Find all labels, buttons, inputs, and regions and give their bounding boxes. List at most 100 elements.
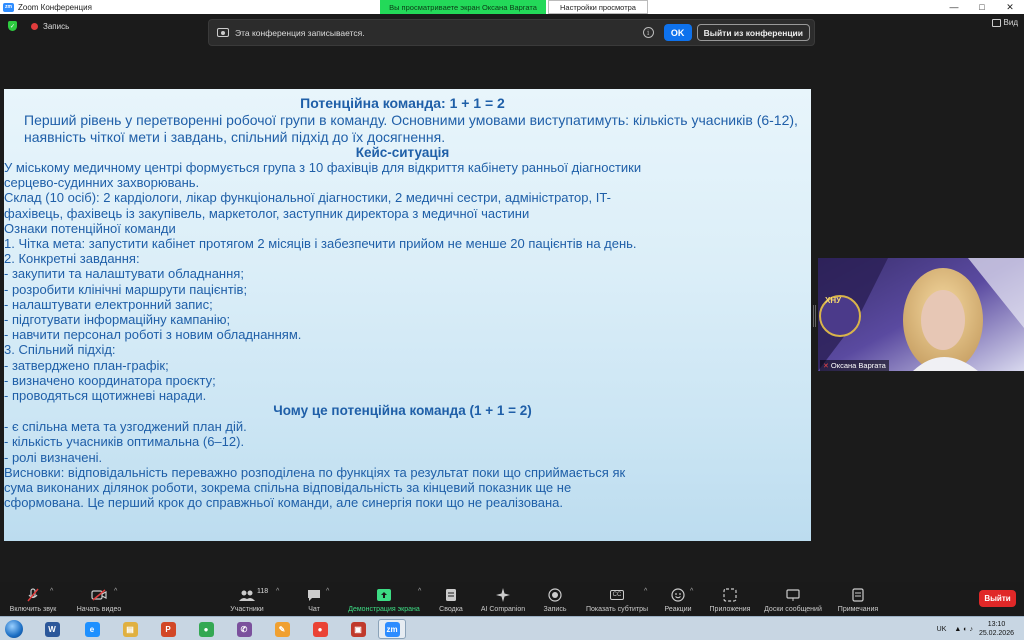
- zoom-window: zm Zoom Конференция Вы просматриваете эк…: [0, 0, 1024, 640]
- participant-name: Оксана Варгата: [830, 361, 886, 370]
- view-label: Вид: [1003, 18, 1018, 27]
- taskbar-word-button[interactable]: W: [38, 619, 66, 639]
- taskbar-chrome-2-button[interactable]: ●: [306, 619, 334, 639]
- why-line: сформована. Це перший крок до справжньої…: [4, 495, 563, 511]
- ai-companion-label: AI Companion: [480, 606, 526, 613]
- unmute-button[interactable]: Включить звук: [4, 582, 62, 616]
- share-chevron-icon[interactable]: ^: [418, 588, 421, 595]
- clock[interactable]: 13:10 25.02.2026: [979, 620, 1014, 638]
- meeting-toolbar: Включить звук ^ Начать видео ^ Участники…: [0, 582, 1024, 616]
- reaction-icon: [670, 588, 686, 602]
- window-controls: — □ ✕: [940, 0, 1024, 14]
- why-line: - ролі визначені.: [4, 449, 103, 465]
- clock-time: 13:10: [987, 621, 1006, 628]
- viewer-icon: ▣: [350, 621, 366, 637]
- ok-button[interactable]: OK: [663, 24, 692, 41]
- case-line: - налаштувати електронний запис;: [4, 296, 213, 312]
- security-shield-icon[interactable]: ✓: [8, 21, 17, 31]
- chat-chevron-icon[interactable]: ^: [326, 588, 329, 595]
- case-line: - визначено координатора проєкту;: [4, 372, 216, 388]
- taskbar-explorer-button[interactable]: ▤: [116, 619, 144, 639]
- view-options-button[interactable]: Настройки просмотра: [548, 0, 648, 14]
- whiteboard-icon: [785, 588, 801, 602]
- chat-label: Чат: [308, 606, 320, 613]
- taskbar-viber-button[interactable]: ✆: [230, 619, 258, 639]
- participants-chevron-icon[interactable]: ^: [276, 588, 279, 595]
- share-screen-icon: [376, 588, 392, 602]
- view-button[interactable]: Вид: [991, 18, 1018, 27]
- start-video-button[interactable]: Начать видео: [72, 582, 126, 616]
- apps-label: Приложения: [709, 606, 751, 613]
- start-button-icon[interactable]: [5, 620, 23, 638]
- clock-date: 25.02.2026: [978, 630, 1014, 637]
- video-frame-icon: [818, 258, 1024, 371]
- share-screen-label: Демонстрация экрана: [348, 606, 420, 613]
- close-button[interactable]: ✕: [996, 0, 1024, 14]
- taskbar-ie-button[interactable]: e: [78, 619, 106, 639]
- camera-off-icon: [91, 588, 107, 602]
- participants-label: Участники: [230, 606, 264, 613]
- apps-button[interactable]: Приложения: [706, 582, 754, 616]
- notes-icon: [850, 588, 866, 602]
- case-line: серцево-судинних захворювань.: [4, 175, 200, 191]
- taskbar-paint-button[interactable]: ✎: [268, 619, 296, 639]
- record-label: Запись: [543, 606, 567, 613]
- explorer-icon: ▤: [122, 621, 138, 637]
- participant-video[interactable]: ХНУ ✕ Оксана Варгата: [818, 258, 1024, 371]
- taskbar-viewer-button[interactable]: ▣: [344, 619, 372, 639]
- notes-button[interactable]: Примечания: [834, 582, 882, 616]
- why-line: - є спільна мета та узгоджений план дій.: [4, 419, 247, 435]
- participant-name-tag: ✕ Оксана Варгата: [820, 360, 889, 371]
- maximize-button[interactable]: □: [968, 0, 996, 14]
- leave-meeting-button[interactable]: Выйти из конференции: [696, 24, 810, 41]
- captions-glyph: CC: [609, 590, 625, 600]
- case-title: Кейс-ситуація: [355, 145, 450, 160]
- recording-icon: [217, 28, 229, 37]
- case-line: - затверджено план-графік;: [4, 357, 169, 373]
- language-indicator[interactable]: UK: [937, 626, 947, 633]
- unmute-label: Включить звук: [9, 606, 57, 613]
- summary-icon: [443, 588, 459, 602]
- whiteboards-label: Доски сообщений: [764, 606, 822, 613]
- chat-icon: [306, 588, 322, 602]
- whiteboards-button[interactable]: Доски сообщений: [760, 582, 826, 616]
- captions-chevron-icon[interactable]: ^: [644, 588, 647, 595]
- window-title: Zoom Конференция: [18, 2, 92, 12]
- chrome-2-icon: ●: [312, 621, 328, 637]
- case-line: Ознаки потенційної команди: [4, 220, 176, 236]
- slide-lead: Перший рівень у перетворенні робочої гру…: [24, 112, 798, 145]
- ai-companion-button[interactable]: AI Companion: [478, 582, 528, 616]
- info-icon[interactable]: i: [642, 27, 654, 38]
- taskbar-chrome-button[interactable]: ●: [192, 619, 220, 639]
- captions-button[interactable]: CC Показать субтитры: [582, 582, 652, 616]
- summary-button[interactable]: Сводка: [434, 582, 468, 616]
- reactions-label: Реакции: [664, 606, 692, 613]
- chat-button[interactable]: Чат: [300, 582, 328, 616]
- viber-icon: ✆: [236, 621, 252, 637]
- system-tray: UK ▲ ◐ ♪ 13:10 25.02.2026: [937, 617, 1024, 640]
- case-line: - підготувати інформаційну кампанію;: [4, 312, 231, 328]
- leave-button[interactable]: Выйти: [979, 590, 1016, 607]
- tray-icons[interactable]: ▲ ◐ ♪: [954, 626, 973, 633]
- share-screen-button[interactable]: Демонстрация экрана: [342, 582, 426, 616]
- minimize-button[interactable]: —: [940, 0, 968, 14]
- record-button[interactable]: Запись: [540, 582, 570, 616]
- start-video-label: Начать видео: [76, 606, 122, 613]
- case-line: - розробити клінічні маршрути пацієнтів;: [4, 281, 248, 297]
- sparkle-icon: [495, 588, 511, 602]
- panel-resize-handle[interactable]: [813, 305, 816, 327]
- video-options-chevron-icon[interactable]: ^: [114, 588, 117, 595]
- reactions-chevron-icon[interactable]: ^: [690, 588, 693, 595]
- participants-count: 118: [257, 588, 269, 595]
- recording-label[interactable]: Запись: [43, 22, 69, 31]
- why-title: Чому це потенційна команда (1 + 1 = 2): [273, 403, 532, 419]
- taskbar-zoom-button[interactable]: zm: [378, 619, 406, 639]
- taskbar-powerpoint-button[interactable]: P: [154, 619, 182, 639]
- audio-options-chevron-icon[interactable]: ^: [50, 588, 53, 595]
- case-line: 2. Конкретні завдання:: [4, 251, 140, 267]
- zoom-logo-icon: zm: [3, 2, 14, 12]
- why-body: - є спільна мета та узгоджений план дій.…: [4, 419, 801, 510]
- why-line: сума виконаних ділянок роботи, зокрема с…: [4, 480, 572, 496]
- case-line: - навчити персонал роботі з новим обладн…: [4, 327, 302, 343]
- case-body: У міському медичному центрі формується г…: [4, 160, 801, 403]
